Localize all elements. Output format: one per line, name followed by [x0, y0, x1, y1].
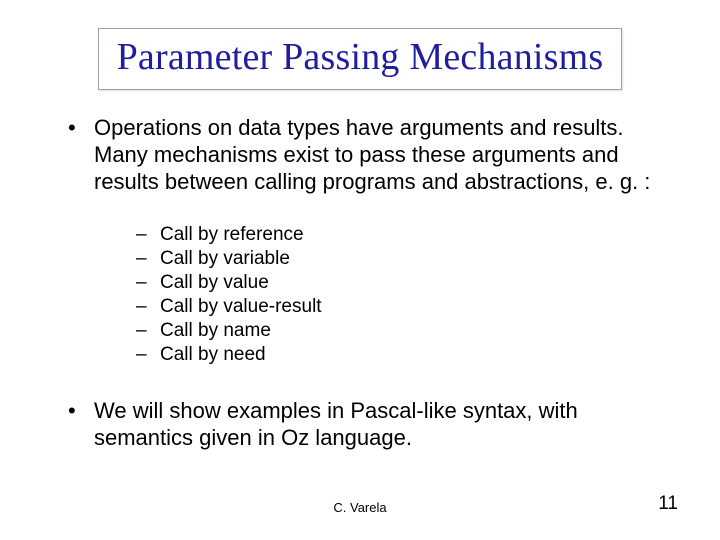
footer-author: C. Varela	[0, 500, 720, 515]
sub-text: Call by name	[160, 319, 271, 343]
dash-marker: –	[136, 247, 160, 271]
slide: Parameter Passing Mechanisms • Operation…	[0, 0, 720, 540]
dash-marker: –	[136, 343, 160, 367]
sub-item: – Call by value-result	[136, 295, 670, 319]
dash-marker: –	[136, 223, 160, 247]
sub-text: Call by need	[160, 343, 266, 367]
bullet-marker: •	[68, 114, 94, 142]
content-area: • Operations on data types have argument…	[50, 114, 670, 451]
sub-item: – Call by need	[136, 343, 670, 367]
bullet-item: • We will show examples in Pascal-like s…	[68, 397, 670, 451]
bullet-text: We will show examples in Pascal-like syn…	[94, 397, 670, 451]
sub-item: – Call by value	[136, 271, 670, 295]
sub-text: Call by variable	[160, 247, 290, 271]
title-container: Parameter Passing Mechanisms	[98, 28, 623, 90]
slide-title: Parameter Passing Mechanisms	[117, 35, 604, 79]
bullet-marker: •	[68, 397, 94, 425]
sub-item: – Call by variable	[136, 247, 670, 271]
page-number: 11	[658, 493, 678, 515]
sub-text: Call by value-result	[160, 295, 322, 319]
sub-list: – Call by reference – Call by variable –…	[68, 223, 670, 367]
dash-marker: –	[136, 319, 160, 343]
sub-item: – Call by name	[136, 319, 670, 343]
bullet-text: Operations on data types have arguments …	[94, 114, 670, 195]
bullet-item: • Operations on data types have argument…	[68, 114, 670, 195]
sub-item: – Call by reference	[136, 223, 670, 247]
sub-text: Call by reference	[160, 223, 304, 247]
dash-marker: –	[136, 271, 160, 295]
sub-text: Call by value	[160, 271, 269, 295]
dash-marker: –	[136, 295, 160, 319]
